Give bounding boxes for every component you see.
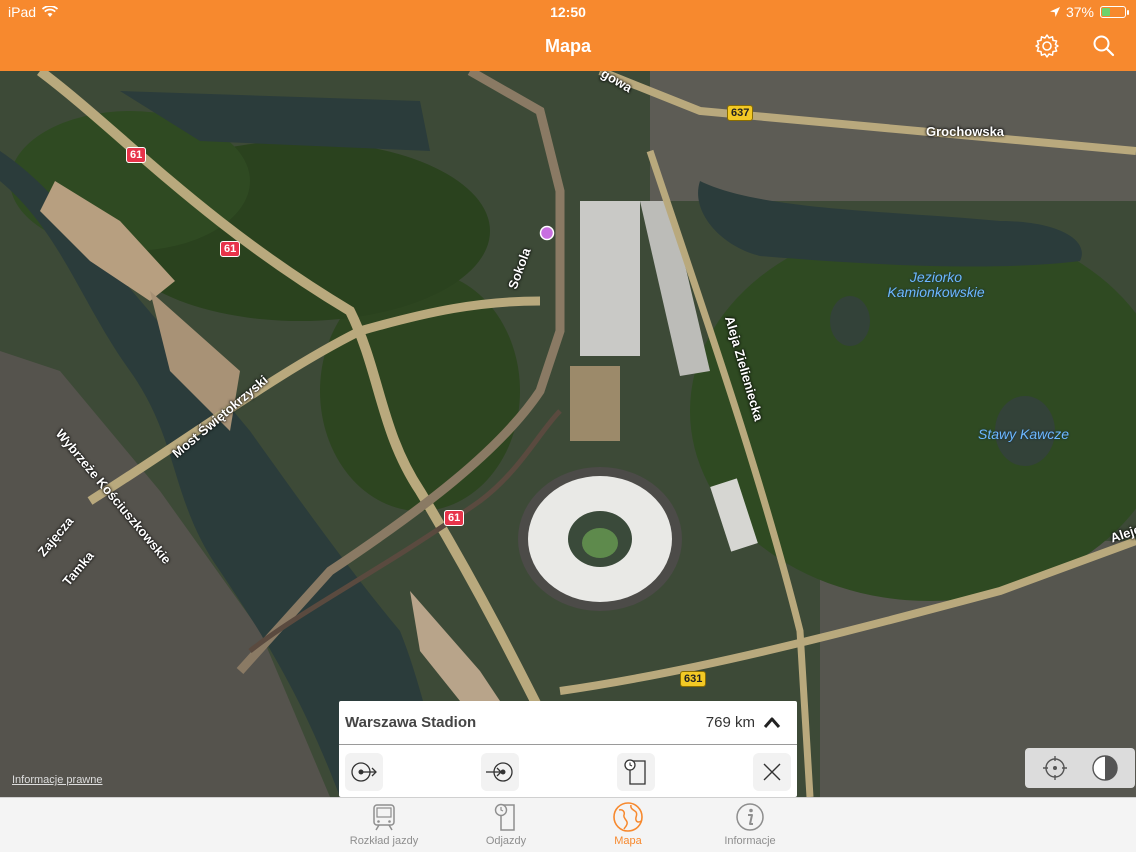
- arrive-to-button[interactable]: [481, 753, 519, 791]
- map-imagery: [0, 71, 1136, 797]
- road-number-631: 631: [680, 671, 707, 687]
- tab-odjazdy[interactable]: Odjazdy: [451, 801, 561, 852]
- status-bar: iPad 12:50 37%: [0, 0, 1136, 24]
- status-time: 12:50: [550, 4, 586, 20]
- arrive-to-icon: [486, 762, 513, 782]
- satellite-map[interactable]: Grochowska Sokola Aleja Zielieniecka Mos…: [0, 71, 1136, 797]
- depart-from-icon: [351, 762, 377, 782]
- tab-rozklad-jazdy[interactable]: Rozkład jazdy: [329, 801, 439, 852]
- battery-icon: [1100, 6, 1129, 18]
- road-number-61: 61: [220, 241, 241, 257]
- locate-icon[interactable]: [1041, 754, 1069, 782]
- street-label-grochowska: Grochowska: [926, 124, 1005, 139]
- info-icon: [736, 803, 764, 831]
- water-label-jeziorko-kamionkowskie: Jeziorko Kamionkowskie: [887, 269, 985, 300]
- chevron-up-icon[interactable]: [761, 713, 783, 733]
- tab-label: Mapa: [614, 835, 642, 847]
- gear-icon[interactable]: [1034, 33, 1060, 59]
- train-icon: [373, 804, 395, 831]
- search-icon[interactable]: [1091, 33, 1117, 59]
- tab-mapa[interactable]: Mapa: [573, 801, 683, 852]
- tab-label: Odjazdy: [485, 835, 527, 847]
- timetable-icon: [624, 759, 646, 785]
- tab-label: Rozkład jazdy: [349, 835, 419, 847]
- battery-fill: [1102, 8, 1110, 16]
- road-number-61: 61: [126, 147, 147, 163]
- close-button[interactable]: [753, 753, 791, 791]
- water-label-stawy-kawcze: Stawy Kawcze: [978, 426, 1070, 442]
- station-panel: Warszawa Stadion 769 km: [339, 701, 797, 797]
- road-number-637: 637: [727, 105, 754, 121]
- timetable-button[interactable]: [617, 753, 655, 791]
- depart-from-button[interactable]: [345, 753, 383, 791]
- globe-icon: [613, 802, 643, 832]
- page-title: Mapa: [544, 36, 591, 56]
- station-distance: 769 km: [705, 714, 755, 731]
- legal-link[interactable]: Informacje prawne: [12, 774, 103, 786]
- station-panel-header[interactable]: Warszawa Stadion 769 km: [339, 701, 797, 745]
- map-mode-icon[interactable]: [1091, 754, 1119, 782]
- departures-icon: [494, 803, 515, 831]
- tab-bar: Rozkład jazdy Odjazdy Mapa Informacje: [0, 797, 1136, 852]
- location-arrow-icon: [1049, 7, 1060, 17]
- close-icon: [763, 763, 781, 781]
- tab-informacje[interactable]: Informacje: [695, 801, 805, 852]
- station-pin-icon[interactable]: [539, 225, 555, 241]
- tab-label: Informacje: [724, 835, 776, 847]
- top-bar: iPad 12:50 37% Mapa: [0, 0, 1136, 71]
- road-number-61: 61: [444, 510, 465, 526]
- map-controls: [1025, 748, 1135, 788]
- station-name: Warszawa Stadion: [345, 714, 477, 731]
- battery-percent: 37%: [1065, 4, 1094, 20]
